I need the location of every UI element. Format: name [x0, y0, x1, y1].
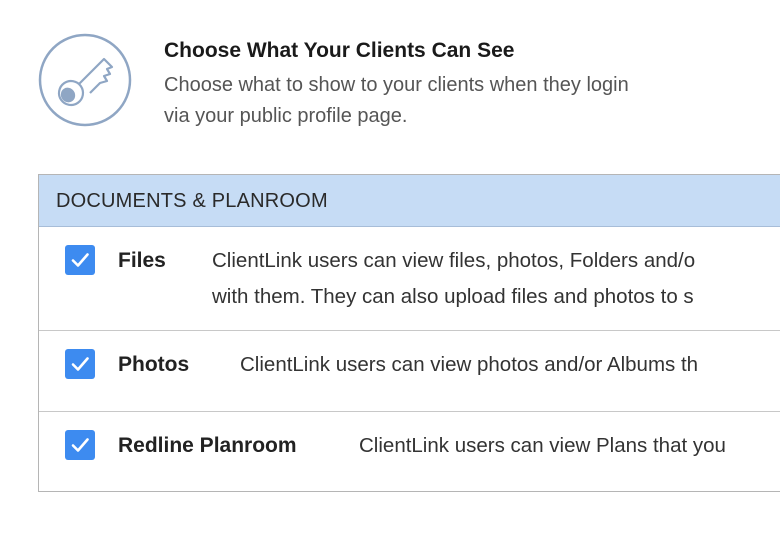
option-description: ClientLink users can view photos and/or …: [240, 347, 698, 383]
option-label: Files: [118, 249, 166, 272]
option-label: Redline Planroom: [118, 434, 297, 457]
description-line-1: ClientLink users can view files, photos,…: [212, 249, 696, 272]
files-checkbox[interactable]: [65, 245, 95, 275]
description-line-2: with them. They can also upload files an…: [212, 285, 694, 308]
documents-planroom-panel: DOCUMENTS & PLANROOM Files ClientLink us…: [38, 174, 780, 492]
option-row-redline-planroom: Redline Planroom ClientLink users can vi…: [39, 412, 780, 491]
option-row-files: Files ClientLink users can view files, p…: [39, 227, 780, 331]
page-subtitle: Choose what to show to your clients when…: [164, 70, 724, 132]
option-description: ClientLink users can view files, photos,…: [212, 243, 695, 315]
subtitle-line-2: via your public profile page.: [164, 105, 408, 127]
option-row-photos: Photos ClientLink users can view photos …: [39, 331, 780, 412]
photos-checkbox[interactable]: [65, 349, 95, 379]
checkmark-icon: [71, 357, 89, 371]
subtitle-line-1: Choose what to show to your clients when…: [164, 74, 629, 96]
page-title: Choose What Your Clients Can See: [164, 39, 515, 62]
description-line-1: ClientLink users can view Plans that you: [359, 434, 726, 457]
key-icon: [38, 33, 132, 127]
option-description: ClientLink users can view Plans that you: [359, 428, 726, 464]
redline-planroom-checkbox[interactable]: [65, 430, 95, 460]
option-label: Photos: [118, 353, 190, 376]
header: Choose What Your Clients Can See Choose …: [164, 38, 724, 132]
section-header: DOCUMENTS & PLANROOM: [39, 175, 780, 227]
checkmark-icon: [71, 253, 89, 267]
checkmark-icon: [71, 438, 89, 452]
description-line-1: ClientLink users can view photos and/or …: [240, 353, 699, 376]
